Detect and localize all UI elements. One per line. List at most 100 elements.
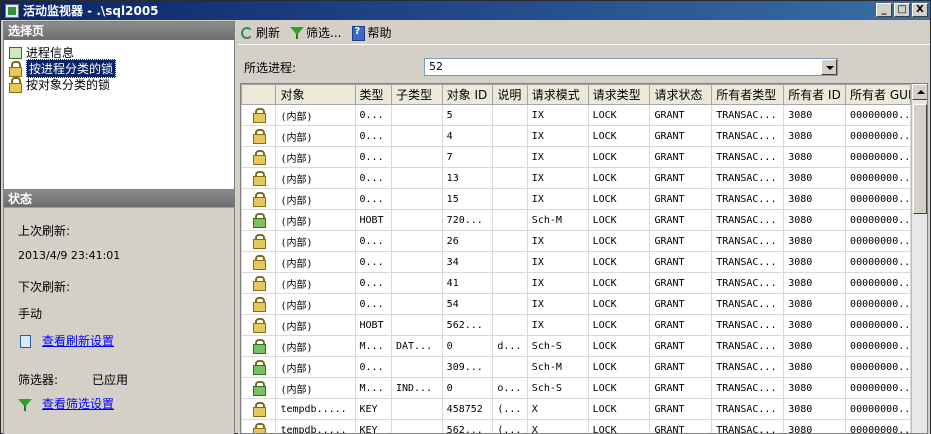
table-row[interactable]: (内部) 0... 309... Sch-M LOCK GRANT TRANSAC... 30…: [241, 356, 911, 378]
table-cell: TRANSAC...: [711, 188, 785, 210]
row-icon-cell: [241, 251, 277, 273]
table-cell: GRANT: [649, 293, 713, 315]
table-cell: 3080: [783, 230, 847, 252]
lock-icon: [252, 318, 266, 333]
table-cell: 00000000...: [845, 167, 911, 189]
table-cell: Sch-S: [526, 377, 589, 399]
table-cell: [391, 419, 443, 433]
lock-icon: [252, 171, 266, 186]
table-row[interactable]: (内部) HOBT 720... Sch-M LOCK GRANT TRANSAC... 30…: [241, 209, 911, 231]
lock-icon: [8, 77, 22, 93]
table-cell: HOBT: [354, 209, 393, 231]
maximize-button[interactable]: □: [894, 3, 910, 17]
table-cell: LOCK: [587, 209, 651, 231]
table-cell: 562...: [441, 314, 494, 336]
table-row[interactable]: (内部) 0... 7 IX LOCK GRANT TRANSAC... 3080 000000…: [241, 146, 911, 168]
table-cell: X: [526, 419, 589, 433]
table-row[interactable]: (内部) 0... 34 IX LOCK GRANT TRANSAC... 3080 00000…: [241, 251, 911, 273]
table-cell: LOCK: [587, 146, 651, 168]
minimize-button[interactable]: _: [876, 3, 892, 17]
column-header[interactable]: 说明: [492, 84, 528, 105]
icon-column-header[interactable]: [241, 84, 277, 105]
column-header[interactable]: 对象 ID: [441, 84, 494, 105]
selected-process-select[interactable]: 52: [424, 58, 838, 76]
table-row[interactable]: (内部) 0... 13 IX LOCK GRANT TRANSAC... 3080 00000…: [241, 167, 911, 189]
table-row[interactable]: tempdb..... KEY 458752 (... X LOCK GRANT TRANSA…: [241, 398, 911, 420]
table-cell: [492, 104, 528, 126]
table-cell: 0...: [354, 356, 393, 378]
table-cell: TRANSAC...: [711, 293, 785, 315]
header-row: 对象 类型 子类型 对象 ID 说明 请求模式 请求类型 请求状态 所有者类型 所有者 ID 所有者…: [241, 84, 911, 105]
table-cell: 3080: [783, 419, 847, 433]
table-row[interactable]: (内部) 0... 5 IX LOCK GRANT TRANSAC... 3080 000000…: [241, 104, 911, 126]
table-cell: d...: [492, 335, 528, 357]
table-cell: [492, 188, 528, 210]
table-cell: 00000000...: [845, 104, 911, 126]
table-cell: (内部): [275, 167, 356, 189]
table-cell: 00000000...: [845, 251, 911, 273]
scroll-up-icon[interactable]: [912, 84, 927, 100]
column-header[interactable]: 请求类型: [587, 84, 651, 105]
table-row[interactable]: tempdb..... KEY 562... (... X LOCK GRANT TRANSA…: [241, 419, 911, 433]
column-header[interactable]: 对象: [275, 84, 356, 105]
next-refresh-label: 下次刷新:: [18, 280, 71, 294]
table-row[interactable]: (内部) HOBT 562... IX LOCK GRANT TRANSAC... 3080 0…: [241, 314, 911, 336]
table-row[interactable]: (内部) 0... 15 IX LOCK GRANT TRANSAC... 3080 00000…: [241, 188, 911, 210]
table-cell: GRANT: [649, 230, 713, 252]
row-icon-cell: [241, 356, 277, 378]
table-cell: 3080: [783, 104, 847, 126]
table-cell: [391, 125, 443, 147]
filter-button[interactable]: 筛选...: [290, 24, 341, 41]
table-cell: TRANSAC...: [711, 272, 785, 294]
table-cell: [391, 230, 443, 252]
table-cell: 0...: [354, 230, 393, 252]
last-refresh-value: 2013/4/9 23:41:01: [18, 249, 121, 262]
help-button[interactable]: 帮助: [351, 24, 391, 41]
table-cell: IX: [526, 251, 589, 273]
chevron-down-icon[interactable]: [821, 59, 837, 75]
table-cell: 00000000...: [845, 146, 911, 168]
table-row[interactable]: (内部) M... IND... 0 o... Sch-S LOCK GRANT TRANSAC…: [241, 377, 911, 399]
close-button[interactable]: X: [912, 3, 928, 17]
nav-item-locks-by-object[interactable]: 按对象分类的锁: [4, 76, 234, 93]
table-cell: GRANT: [649, 377, 713, 399]
table-cell: 0...: [354, 146, 393, 168]
row-icon-cell: [241, 293, 277, 315]
table-row[interactable]: (内部) 0... 54 IX LOCK GRANT TRANSAC... 3080 00000…: [241, 293, 911, 315]
table-cell: TRANSAC...: [711, 146, 785, 168]
table-cell: [492, 293, 528, 315]
column-header[interactable]: 请求状态: [649, 84, 713, 105]
lock-icon: [252, 423, 266, 433]
row-icon-cell: [241, 314, 277, 336]
vertical-scrollbar[interactable]: [911, 84, 927, 433]
view-filter-settings-link[interactable]: 查看筛选设置: [42, 395, 114, 412]
table-cell: [391, 167, 443, 189]
column-header[interactable]: 类型: [354, 84, 393, 105]
table-cell: 26: [441, 230, 494, 252]
lock-icon: [8, 61, 22, 77]
table-cell: (...: [492, 419, 528, 433]
column-header[interactable]: 所有者 ID: [783, 84, 847, 105]
help-icon: [351, 25, 366, 41]
table-row[interactable]: (内部) 0... 41 IX LOCK GRANT TRANSAC... 3080 00000…: [241, 272, 911, 294]
view-refresh-settings-link[interactable]: 查看刷新设置: [42, 332, 114, 349]
table-row[interactable]: (内部) 0... 26 IX LOCK GRANT TRANSAC... 3080 00000…: [241, 230, 911, 252]
table-cell: 309...: [441, 356, 494, 378]
table-cell: TRANSAC...: [711, 125, 785, 147]
table-row[interactable]: (内部) 0... 4 IX LOCK GRANT TRANSAC... 3080 000000…: [241, 125, 911, 147]
table-cell: 7: [441, 146, 494, 168]
column-header[interactable]: 所有者类型: [711, 84, 785, 105]
refresh-button[interactable]: 刷新: [240, 24, 280, 41]
left-pane: 选择页 进程信息 按进程分类的锁 按对象分类的锁 状态 上次刷新: 2013/4…: [3, 21, 235, 434]
column-header[interactable]: 请求模式: [526, 84, 589, 105]
filter-value: 已应用: [92, 373, 129, 387]
scroll-thumb[interactable]: [913, 104, 927, 214]
table-row[interactable]: (内部) M... DAT... 0 d... Sch-S LOCK GRANT TRANSAC…: [241, 335, 911, 357]
schema-lock-icon: [252, 339, 266, 354]
table-cell: LOCK: [587, 230, 651, 252]
nav-item-locks-by-process[interactable]: 按进程分类的锁: [4, 58, 234, 78]
table-cell: 3080: [783, 167, 847, 189]
row-icon-cell: [241, 398, 277, 420]
column-header[interactable]: 子类型: [391, 84, 443, 105]
column-header[interactable]: 所有者 GUID: [845, 84, 911, 105]
